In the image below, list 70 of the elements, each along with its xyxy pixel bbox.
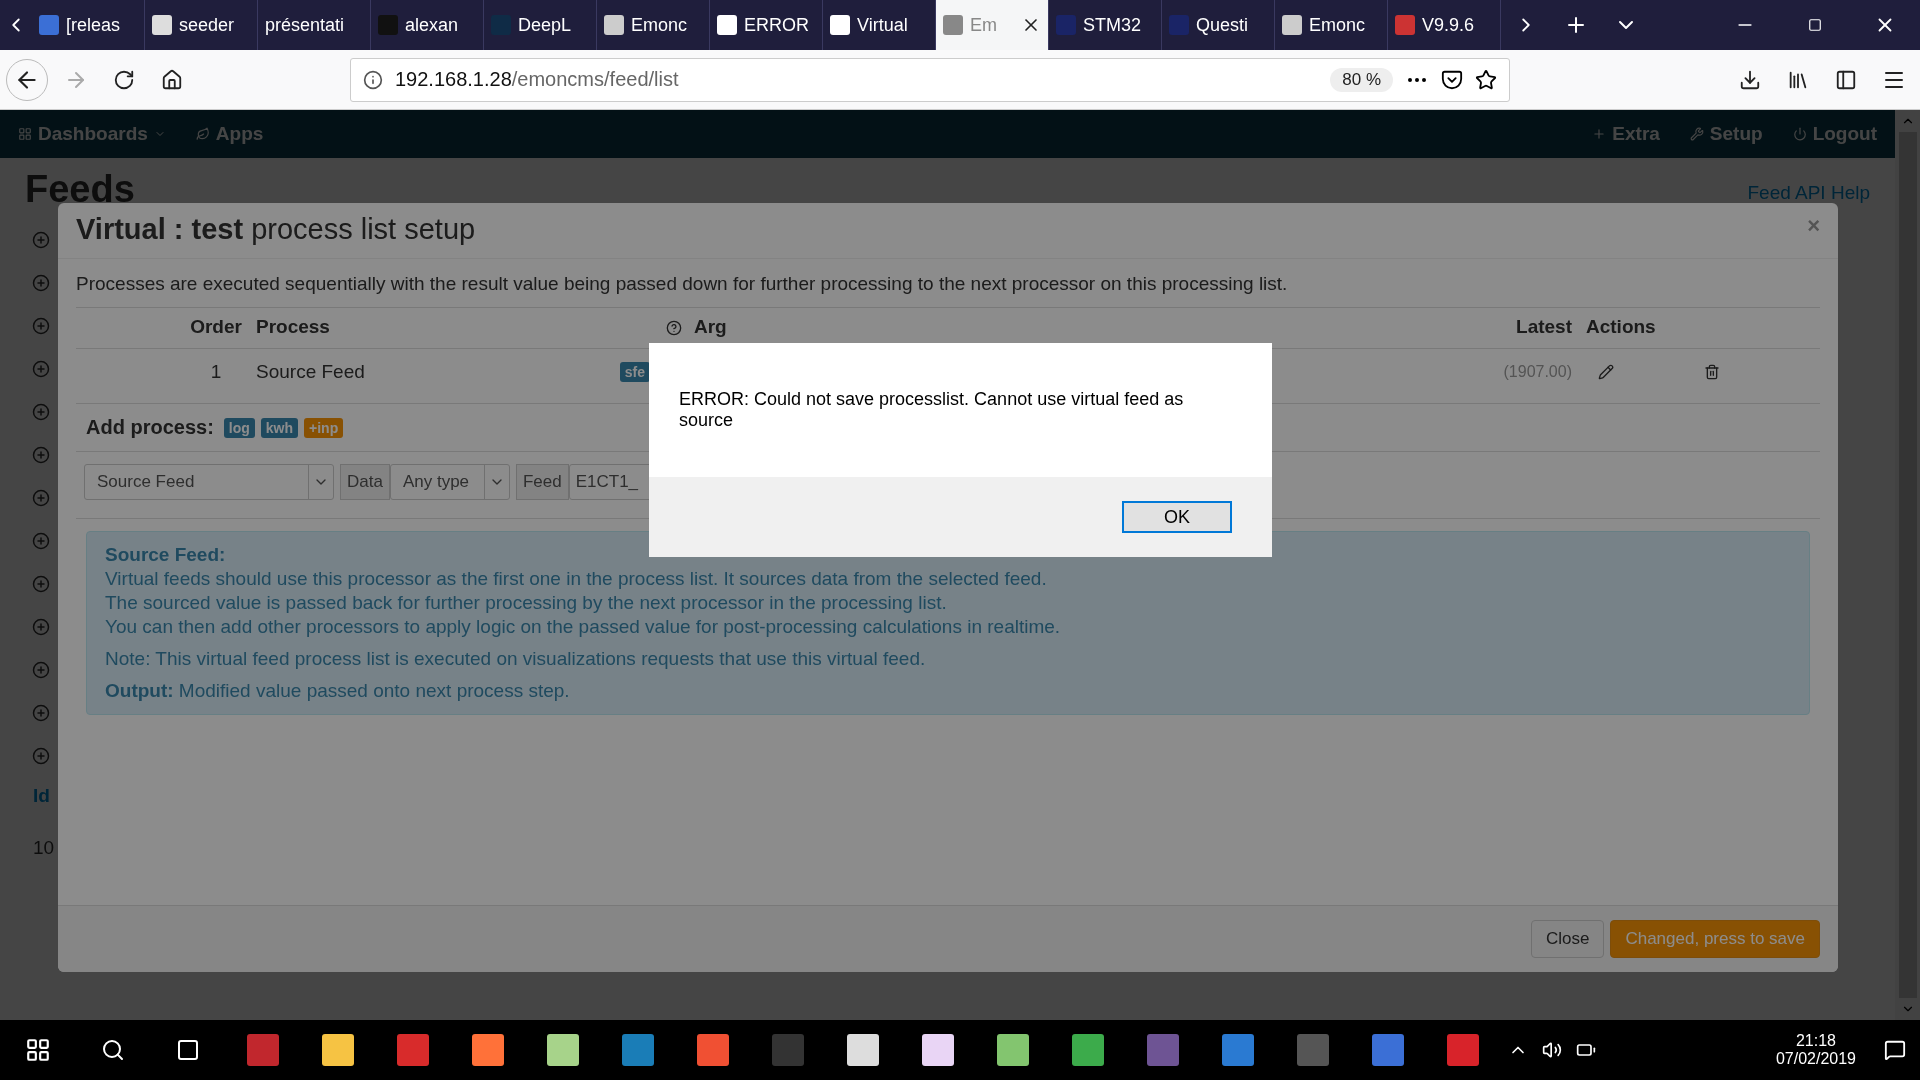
address-field[interactable]: 192.168.1.28/emoncms/feed/list 80 % [350,57,1510,102]
tab-favicon-icon [1056,15,1076,35]
power-icon [1792,127,1807,141]
table-cell: Source Feed [256,361,365,383]
info-text: Virtual feeds should use this processor as the first one in the process list. It sources data from the selected feed. [105,568,1048,590]
column-header: Latest [1515,315,1572,339]
tab-favicon-icon [378,15,398,35]
tab-label: ERROR [744,14,809,36]
tab-label: Questi [1196,14,1249,36]
tab-label: DeepL [518,14,572,36]
grid-icon [18,127,32,141]
tab-label: STM32 [1083,14,1142,36]
tab-favicon-icon [717,15,737,35]
column-header: Order [189,315,243,339]
column-header: Arg [694,315,728,339]
plus-icon [1592,127,1607,141]
volume-icon[interactable] [1542,1040,1562,1060]
tab-favicon-icon [830,15,850,35]
page-title: Feeds [25,168,135,211]
input-addon: Data [340,464,390,500]
table-cell-text: 1 [209,360,223,384]
modal-title: Virtual : test process list setup [76,213,476,246]
help-icon[interactable] [666,320,682,336]
tab-label: V9.9.6 [1422,14,1475,36]
process-badge: sfe [619,362,650,382]
tab-label: présentati [265,14,345,36]
column-header: Actions [1585,315,1657,339]
bookmark-star-icon[interactable] [1475,68,1497,91]
tab-label: [releas [66,14,121,36]
tab-label: Virtual [857,14,908,36]
delete-icon[interactable] [1704,364,1720,380]
pocket-icon[interactable] [1441,68,1463,91]
info-icon[interactable] [363,69,383,90]
zoom-badge[interactable]: 80 % [1330,67,1393,92]
process-select[interactable]: Source Feed [84,464,334,500]
clock-time[interactable]: 21:18 [1795,1032,1836,1050]
column-header: Id [33,785,51,807]
info-text: The sourced value is passed back for further processing by the next processor in the processing list. [105,592,948,614]
latest-value: (1907.00) [1503,363,1572,381]
wrench-icon [1689,127,1704,141]
tab-label: alexan [405,14,459,36]
info-note: Note: This virtual feed process list is executed on visualizations requests that use this virtual feed. [105,648,927,670]
ok-button[interactable]: OK [1122,501,1232,533]
column-header: Process [256,315,331,339]
url-path: /emoncms/feed/list [511,68,679,91]
tab-favicon-icon [1395,15,1415,35]
input-addon: Feed [515,464,569,500]
clock-date[interactable]: 07/02/2019 [1775,1050,1856,1068]
tab-favicon-icon [152,15,172,35]
info-title: Source Feed: [105,544,227,566]
table-cell-text: 10 [33,837,56,859]
tab-favicon-icon [943,15,963,35]
info-output: Output: Modified value passed onto next process step. [105,680,571,702]
tab-favicon-icon [1282,15,1302,35]
error-message: ERROR: Could not save processlist. Cannot use virtual feed as source [679,389,1185,431]
tab-favicon-icon [604,15,624,35]
tab-favicon-icon [1169,15,1189,35]
add-process-label: Add process: [86,416,214,439]
info-text: You can then add other processors to apply logic on the passed value for post-processing calculations in realtime. [105,616,1062,638]
tab-label: Emonc [631,14,688,36]
tab-label: seeder [179,14,235,36]
close-button[interactable]: Close [1530,920,1605,958]
edit-icon[interactable] [1598,364,1614,380]
url-host: 192.168.1.28 [395,68,512,91]
tab-label: Emonc [1309,14,1366,36]
intro-text: Processes are executed sequentially with the result value being passed down for further processing to the next processor on this processing list. [76,273,1289,295]
type-select[interactable]: Any type [389,464,510,500]
tab-label: Em [970,14,997,36]
tab-favicon-icon [39,15,59,35]
leaf-icon [195,127,210,141]
